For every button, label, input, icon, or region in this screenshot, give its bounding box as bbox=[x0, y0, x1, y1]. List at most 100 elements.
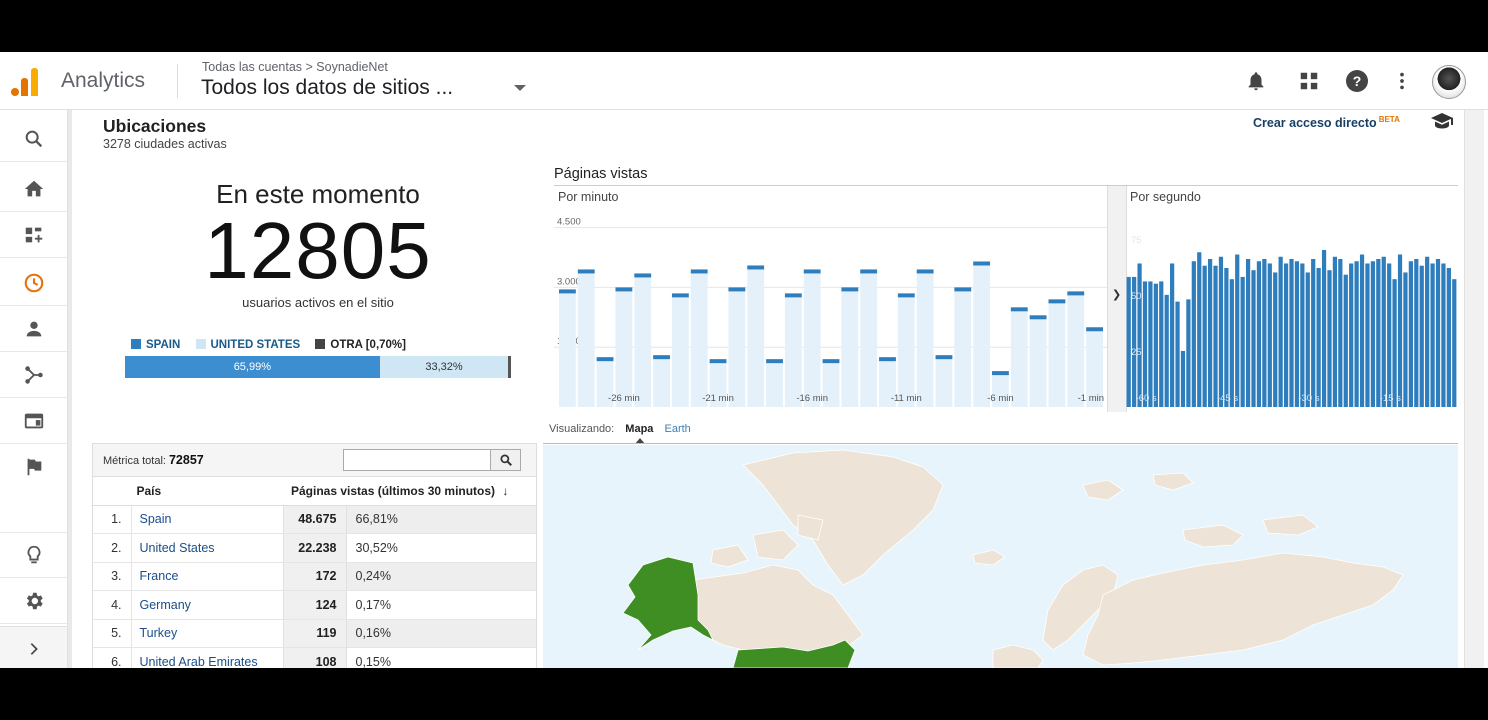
search-icon bbox=[499, 454, 512, 466]
graduation-cap-icon[interactable] bbox=[1430, 111, 1454, 136]
bar bbox=[784, 295, 802, 407]
bar bbox=[1376, 258, 1381, 407]
pageviews-value: 48.675 bbox=[282, 505, 347, 534]
table-row[interactable]: 2. United States 22.238 30,52% bbox=[93, 533, 536, 563]
chevron-right-icon[interactable]: ❯ bbox=[1112, 288, 1121, 301]
metric-total-row: Métrica total: 72857 bbox=[93, 444, 536, 477]
country-link[interactable]: Turkey bbox=[131, 619, 283, 648]
bar bbox=[1159, 281, 1164, 407]
more-vert-icon[interactable] bbox=[1389, 68, 1415, 94]
home-icon[interactable] bbox=[0, 166, 67, 212]
bar bbox=[1283, 263, 1289, 407]
metric-total-label: Métrica total: bbox=[103, 455, 166, 467]
bar bbox=[1338, 258, 1343, 407]
bar bbox=[1170, 263, 1175, 407]
table-row[interactable]: 3. France 172 0,24% bbox=[93, 562, 536, 591]
app-name: Analytics bbox=[61, 69, 146, 92]
row-index: 3. bbox=[93, 562, 132, 591]
behavior-icon[interactable] bbox=[0, 398, 67, 444]
table-row[interactable]: 6. United Arab Emirates 108 0,15% bbox=[93, 647, 536, 668]
bar bbox=[1180, 350, 1186, 407]
country-link[interactable]: France bbox=[131, 562, 283, 591]
sort-desc-icon[interactable]: ↓ bbox=[502, 484, 508, 498]
country-link[interactable]: Germany bbox=[131, 590, 283, 620]
bar bbox=[728, 289, 746, 407]
bar bbox=[1425, 256, 1430, 407]
divider bbox=[554, 185, 1458, 186]
admin-gear-icon[interactable] bbox=[0, 578, 67, 624]
audience-icon[interactable] bbox=[0, 306, 67, 352]
per-second-chart: 75 50 25 -60 s -45 s -30 s -15 s bbox=[1126, 235, 1457, 407]
bar bbox=[1142, 281, 1148, 407]
analytics-logo-icon[interactable] bbox=[10, 66, 42, 96]
bar-cap bbox=[766, 359, 783, 364]
divider bbox=[543, 443, 1458, 444]
pageviews-percent: 30,52% bbox=[346, 533, 536, 563]
create-shortcut-label[interactable]: Crear acceso directo bbox=[1253, 116, 1377, 130]
bar-cap bbox=[897, 293, 915, 298]
pageviews-column-label[interactable]: Páginas vistas (últimos 30 minutos) bbox=[291, 484, 495, 498]
bar bbox=[1245, 258, 1251, 407]
x-tick-label: -26 min bbox=[608, 393, 640, 404]
country-link[interactable]: Spain bbox=[131, 505, 283, 534]
country-table: País Páginas vistas (últimos 30 minutos)… bbox=[93, 477, 536, 668]
bar bbox=[1332, 256, 1338, 407]
create-shortcut-link[interactable]: Crear acceso directo BETA bbox=[1253, 115, 1400, 130]
sidebar bbox=[0, 110, 68, 668]
pageviews-percent: 0,16% bbox=[346, 619, 536, 648]
row-index: 1. bbox=[93, 505, 132, 534]
bar bbox=[615, 289, 633, 407]
bar bbox=[1294, 261, 1300, 407]
help-icon[interactable]: ? bbox=[1344, 68, 1370, 94]
view-selector[interactable]: Todos los datos de sitios ... bbox=[201, 76, 453, 100]
tab-map[interactable]: Mapa bbox=[625, 423, 653, 435]
bar-cap bbox=[860, 269, 878, 274]
bar-cap bbox=[671, 293, 689, 298]
conversions-flag-icon[interactable] bbox=[0, 444, 67, 490]
dashboards-icon[interactable] bbox=[0, 212, 67, 258]
pageviews-value: 172 bbox=[282, 562, 347, 591]
bar bbox=[935, 357, 953, 407]
world-map[interactable] bbox=[543, 445, 1458, 668]
table-search-input[interactable] bbox=[343, 449, 491, 471]
analytics-screen: Analytics Todas las cuentas > SoynadieNe… bbox=[0, 52, 1488, 668]
legend-us-label: UNITED STATES bbox=[210, 339, 301, 351]
expand-chevron-icon[interactable] bbox=[0, 626, 67, 668]
country-column-header[interactable]: País bbox=[131, 477, 283, 506]
country-link[interactable]: United States bbox=[131, 533, 283, 563]
bar-cap bbox=[879, 357, 896, 362]
table-row[interactable]: 4. Germany 124 0,17% bbox=[93, 590, 536, 620]
bar bbox=[1148, 281, 1153, 407]
bar-cap bbox=[992, 371, 1009, 376]
x-tick-label: -1 min bbox=[1078, 393, 1104, 404]
country-link[interactable]: United Arab Emirates bbox=[131, 647, 283, 668]
bar bbox=[1029, 317, 1047, 407]
search-icon[interactable] bbox=[0, 116, 67, 162]
bar-cap bbox=[1067, 291, 1085, 296]
tab-earth[interactable]: Earth bbox=[664, 423, 690, 435]
view-selector-caret-icon[interactable] bbox=[514, 85, 526, 91]
bar bbox=[1191, 261, 1196, 407]
bar bbox=[766, 361, 783, 407]
pageviews-column-header[interactable]: Páginas vistas (últimos 30 minutos) ↓ bbox=[283, 477, 536, 506]
table-row[interactable]: 1. Spain 48.675 66,81% bbox=[93, 505, 536, 534]
map-europe bbox=[992, 644, 1044, 668]
bar-cap bbox=[577, 269, 595, 274]
bar bbox=[1419, 265, 1424, 407]
bar-cap bbox=[973, 261, 991, 266]
legend-other-label: OTRA [0,70%] bbox=[330, 339, 406, 351]
search-button[interactable] bbox=[490, 449, 521, 471]
bar bbox=[1273, 272, 1278, 407]
row-index: 5. bbox=[93, 619, 132, 648]
breadcrumb[interactable]: Todas las cuentas > SoynadieNet bbox=[202, 60, 388, 74]
svg-text:?: ? bbox=[1353, 73, 1362, 89]
realtime-clock-icon[interactable] bbox=[0, 260, 67, 306]
acquisition-icon[interactable] bbox=[0, 352, 67, 398]
avatar[interactable] bbox=[1432, 65, 1466, 99]
table-row[interactable]: 5. Turkey 119 0,16% bbox=[93, 619, 536, 648]
discover-bulb-icon[interactable] bbox=[0, 532, 67, 578]
bell-icon[interactable] bbox=[1243, 68, 1269, 94]
bar bbox=[1197, 252, 1202, 407]
apps-grid-icon[interactable] bbox=[1296, 68, 1322, 94]
scrollbar[interactable] bbox=[1464, 110, 1484, 668]
